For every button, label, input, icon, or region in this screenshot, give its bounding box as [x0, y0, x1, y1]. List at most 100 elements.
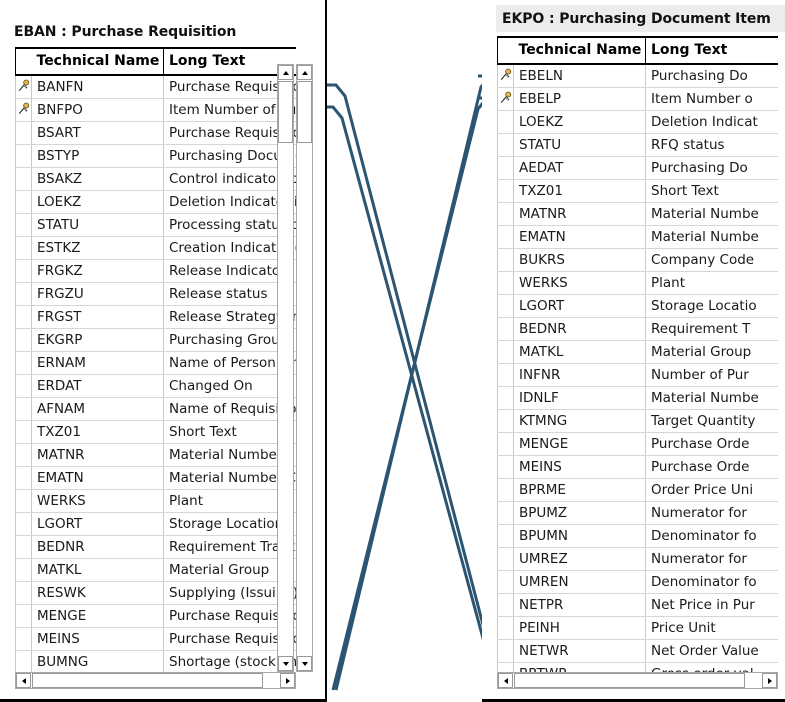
- table-row[interactable]: BSARTPurchase Requisition I: [15, 121, 296, 145]
- ekpo-long-text-cell[interactable]: Company Code: [645, 248, 778, 272]
- eban-technical-name-cell[interactable]: LGORT: [31, 512, 164, 536]
- ekpo-technical-name-cell[interactable]: STATU: [513, 133, 646, 157]
- table-row[interactable]: BPUMZ Numerator for: [497, 501, 778, 525]
- ekpo-long-text-cell[interactable]: Requirement T: [645, 317, 778, 341]
- eban-technical-name-cell[interactable]: BANFN: [31, 75, 164, 99]
- ekpo-technical-name-cell[interactable]: UMREN: [513, 570, 646, 594]
- eban-technical-name-cell[interactable]: EKGRP: [31, 328, 164, 352]
- ekpo-scroll-thumb[interactable]: [278, 81, 293, 143]
- eban-technical-name-cell[interactable]: AFNAM: [31, 397, 164, 421]
- ekpo-long-text-cell[interactable]: Numerator for: [645, 547, 778, 571]
- table-row[interactable]: ESTKZCreation Indicator (Pu: [15, 236, 296, 260]
- table-row[interactable]: BUKRS Company Code: [497, 248, 778, 272]
- ekpo-technical-name-cell[interactable]: BEDNR: [513, 317, 646, 341]
- ekpo-long-text-cell[interactable]: Material Group: [645, 340, 778, 364]
- ekpo-horizontal-scrollbar[interactable]: [497, 672, 778, 689]
- table-row[interactable]: ERDAT Changed On: [15, 374, 296, 398]
- table-row[interactable]: FRGKZ Release Indicator: [15, 259, 296, 283]
- table-row[interactable]: WERKS Plant: [15, 489, 296, 513]
- eban-technical-name-cell[interactable]: WERKS: [31, 489, 164, 513]
- table-row[interactable]: EMATN Material Numbe: [497, 225, 778, 249]
- eban-hscroll-thumb[interactable]: [32, 673, 263, 688]
- table-row[interactable]: AFNAMName of Requisitioner: [15, 397, 296, 421]
- table-row[interactable]: MATNR Material Number: [15, 443, 296, 467]
- ekpo-technical-name-cell[interactable]: BPUMN: [513, 524, 646, 548]
- ekpo-technical-name-cell[interactable]: LGORT: [513, 294, 646, 318]
- table-row[interactable]: WERKS Plant: [497, 271, 778, 295]
- ekpo-vertical-scrollbar[interactable]: [277, 64, 294, 672]
- table-row[interactable]: UMREZ Numerator for: [497, 547, 778, 571]
- table-row[interactable]: IDNLF Material Numbe: [497, 386, 778, 410]
- eban-technical-name-cell[interactable]: MEINS: [31, 627, 164, 651]
- table-row[interactable]: BPUMN Denominator fo: [497, 524, 778, 548]
- ekpo-technical-name-cell[interactable]: PEINH: [513, 616, 646, 640]
- ekpo-technical-name-cell[interactable]: EBELP: [513, 87, 646, 111]
- ekpo-long-text-cell[interactable]: Denominator fo: [645, 524, 778, 548]
- table-row[interactable]: STATU RFQ status: [497, 133, 778, 157]
- table-row[interactable]: KTMNG Target Quantity: [497, 409, 778, 433]
- eban-technical-name-cell[interactable]: BSAKZ: [31, 167, 164, 191]
- table-row[interactable]: ERNAM Name of Person who: [15, 351, 296, 375]
- table-row[interactable]: MATKL Material Group: [497, 340, 778, 364]
- ekpo-long-text-cell[interactable]: Denominator fo: [645, 570, 778, 594]
- ekpo-long-text-cell[interactable]: Gross order val: [645, 662, 778, 672]
- ekpo-technical-name-cell[interactable]: MATNR: [513, 202, 646, 226]
- table-row[interactable]: BEDNRRequirement Tracking: [15, 535, 296, 559]
- table-row[interactable]: EKGRP Purchasing Group: [15, 328, 296, 352]
- eban-technical-name-cell[interactable]: MENGE: [31, 604, 164, 628]
- ekpo-long-text-cell[interactable]: Deletion Indicat: [645, 110, 778, 134]
- ekpo-technical-name-cell[interactable]: AEDAT: [513, 156, 646, 180]
- eban-technical-name-cell[interactable]: BUMNG: [31, 650, 164, 672]
- ekpo-long-text-cell[interactable]: Net Price in Pur: [645, 593, 778, 617]
- table-row[interactable]: EBELP Item Number o: [497, 87, 778, 111]
- table-row[interactable]: LGORT Storage Location: [15, 512, 296, 536]
- eban-scroll-right-button[interactable]: [280, 673, 295, 688]
- table-row[interactable]: FRGZU Release status: [15, 282, 296, 306]
- table-row[interactable]: NETPR Net Price in Pur: [497, 593, 778, 617]
- ekpo-technical-name-cell[interactable]: IDNLF: [513, 386, 646, 410]
- ekpo-long-text-cell[interactable]: Price Unit: [645, 616, 778, 640]
- ekpo-long-text-cell[interactable]: Material Numbe: [645, 386, 778, 410]
- table-row[interactable]: TXZ01 Short Text: [15, 420, 296, 444]
- eban-scroll-left-button[interactable]: [16, 673, 31, 688]
- ekpo-long-text-cell[interactable]: Purchasing Do: [645, 64, 778, 88]
- eban-technical-name-cell[interactable]: ERNAM: [31, 351, 164, 375]
- ekpo-technical-name-cell[interactable]: UMREZ: [513, 547, 646, 571]
- table-row[interactable]: EMATNMaterial Number Corr: [15, 466, 296, 490]
- table-row[interactable]: BRTWRGross order val: [497, 662, 778, 672]
- eban-technical-name-cell[interactable]: FRGKZ: [31, 259, 164, 283]
- table-row[interactable]: BUMNGShortage (stock unde: [15, 650, 296, 672]
- eban-technical-name-cell[interactable]: LOEKZ: [31, 190, 164, 214]
- table-row[interactable]: PEINH Price Unit: [497, 616, 778, 640]
- eban-technical-name-cell[interactable]: MATKL: [31, 558, 164, 582]
- ekpo-long-text-cell[interactable]: Purchase Orde: [645, 432, 778, 456]
- table-row[interactable]: MEINSPurchase Requisition l: [15, 627, 296, 651]
- ekpo-technical-name-cell[interactable]: NETWR: [513, 639, 646, 663]
- eban-technical-name-cell[interactable]: ESTKZ: [31, 236, 164, 260]
- ekpo-long-text-cell[interactable]: Material Numbe: [645, 202, 778, 226]
- eban-vertical-scrollbar[interactable]: [296, 64, 313, 672]
- table-row[interactable]: UMREN Denominator fo: [497, 570, 778, 594]
- table-row[interactable]: NETWR Net Order Value: [497, 639, 778, 663]
- eban-header-technical-name[interactable]: Technical Name: [31, 47, 164, 76]
- table-row[interactable]: LOEKZ Deletion Indicat: [497, 110, 778, 134]
- ekpo-long-text-cell[interactable]: Purchasing Do: [645, 156, 778, 180]
- eban-technical-name-cell[interactable]: ERDAT: [31, 374, 164, 398]
- ekpo-technical-name-cell[interactable]: LOEKZ: [513, 110, 646, 134]
- table-row[interactable]: BSTYPPurchasing Documen: [15, 144, 296, 168]
- eban-technical-name-cell[interactable]: FRGZU: [31, 282, 164, 306]
- ekpo-long-text-cell[interactable]: Number of Pur: [645, 363, 778, 387]
- ekpo-technical-name-cell[interactable]: BRTWR: [513, 662, 646, 672]
- ekpo-long-text-cell[interactable]: Purchase Orde: [645, 455, 778, 479]
- ekpo-technical-name-cell[interactable]: EMATN: [513, 225, 646, 249]
- eban-technical-name-cell[interactable]: RESWK: [31, 581, 164, 605]
- table-row[interactable]: RESWKSupplying (Issuing) Pl: [15, 581, 296, 605]
- eban-technical-name-cell[interactable]: FRGST: [31, 305, 164, 329]
- eban-technical-name-cell[interactable]: STATU: [31, 213, 164, 237]
- ekpo-long-text-cell[interactable]: RFQ status: [645, 133, 778, 157]
- ekpo-technical-name-cell[interactable]: MEINS: [513, 455, 646, 479]
- ekpo-technical-name-cell[interactable]: WERKS: [513, 271, 646, 295]
- eban-horizontal-scrollbar[interactable]: [15, 672, 296, 689]
- ekpo-technical-name-cell[interactable]: BPUMZ: [513, 501, 646, 525]
- table-row[interactable]: LGORT Storage Locatio: [497, 294, 778, 318]
